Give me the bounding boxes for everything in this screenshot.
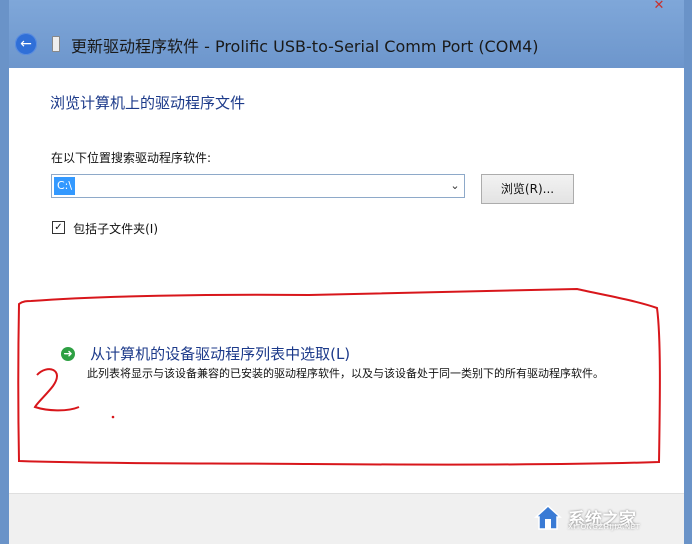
path-value[interactable]: C:\ (54, 177, 76, 195)
green-arrow-icon: ➜ (61, 346, 75, 361)
watermark-logo: 系统之家 XITONGZHIJIA.NET (532, 501, 682, 535)
red-dot (111, 415, 115, 419)
watermark-subtext: XITONGZHIJIA.NET (568, 523, 641, 531)
page-heading: 浏览计算机上的驱动程序文件 (50, 94, 246, 112)
include-subfolders-row[interactable]: ✓ 包括子文件夹(I) (52, 218, 158, 236)
pick-option-description: 此列表将显示与该设备兼容的已安装的驱动程序软件，以及与该设备处于同一类别下的所有… (87, 367, 604, 380)
window-frame-right (684, 0, 692, 543)
back-arrow-icon[interactable]: ← (15, 33, 37, 55)
title-bar: ✕ ← 更新驱动程序软件 - Prolific USB-to-Serial Co… (0, 0, 692, 68)
handwritten-two (33, 368, 80, 412)
search-location-label: 在以下位置搜索驱动程序软件: (51, 151, 212, 165)
include-subfolders-label[interactable]: 包括子文件夹(I) (73, 222, 158, 236)
usb-device-icon (52, 36, 60, 52)
pick-from-list-option[interactable]: ➜ 从计算机的设备驱动程序列表中选取(L) (61, 343, 350, 364)
dialog-content: 浏览计算机上的驱动程序文件 在以下位置搜索驱动程序软件: C:\ ⌄ 浏览(R)… (9, 68, 684, 493)
red-annotation (17, 287, 661, 466)
window-frame-left (0, 0, 9, 543)
chevron-down-icon[interactable]: ⌄ (449, 177, 461, 195)
pick-from-list-link[interactable]: 从计算机的设备驱动程序列表中选取(L) (90, 345, 350, 363)
close-icon[interactable]: ✕ (644, 0, 674, 12)
path-combobox[interactable]: C:\ ⌄ (51, 174, 465, 198)
window-title: 更新驱动程序软件 - Prolific USB-to-Serial Comm P… (71, 37, 539, 56)
watermark-house-icon (534, 504, 562, 530)
include-subfolders-checkbox[interactable]: ✓ (52, 221, 65, 234)
browse-button[interactable]: 浏览(R)... (481, 174, 574, 204)
